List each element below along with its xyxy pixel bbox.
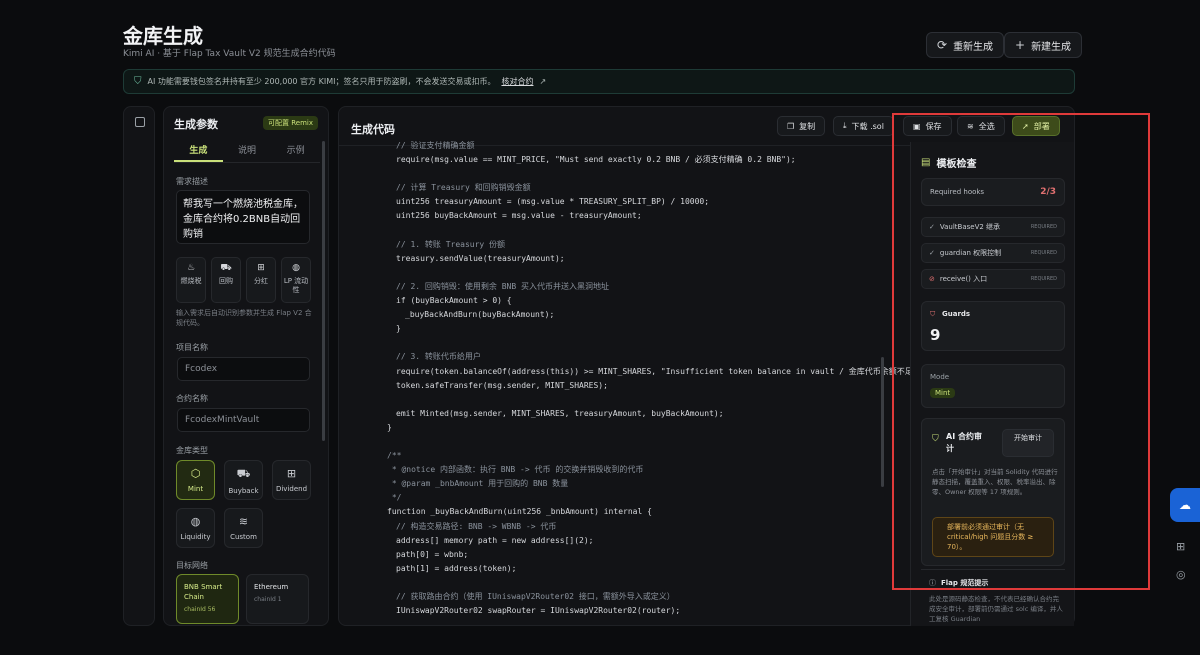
plus-icon: +	[1015, 38, 1026, 52]
code-line: * @notice 内部函数：执行 BNB -> 代币 的交换并销毁收到的代币	[387, 465, 644, 475]
code-line: treasury.sendValue(treasuryAmount);	[396, 253, 565, 263]
vault-type-liquidity[interactable]: ◍ Liquidity	[176, 508, 215, 548]
vault-type-label: 金库类型	[176, 446, 208, 455]
code-line: uint256 buyBackAmount = msg.value - trea…	[396, 211, 642, 221]
code-line: IUniswapV2Router02 swapRouter = IUniswap…	[396, 606, 681, 616]
notice-text: AI 功能需要钱包签名并持有至少 200,000 官方 KIMI；签名只用于防盗…	[147, 77, 496, 86]
code-line: require(msg.value == MINT_PRICE, "Must s…	[396, 155, 796, 165]
code-editor[interactable]: // 验证支付精确金额 require(msg.value == MINT_PRI…	[369, 139, 927, 618]
refresh-icon: ⟳	[937, 38, 948, 52]
code-line: // 2. 回购销毁：使用剩余 BNB 买入代币并送入黑洞地址	[396, 281, 609, 291]
gift-icon: ⊞	[257, 263, 265, 273]
code-line: if (buyBackAmount > 0) {	[396, 296, 512, 306]
contract-name-input[interactable]: FcodexMintVault	[177, 408, 310, 432]
code-line: path[0] = wbnb;	[396, 549, 469, 559]
download-icon: ⤓	[843, 121, 847, 130]
quick-burn-button[interactable]: ♨ 燃烧税	[176, 257, 206, 303]
project-label: 项目名称	[176, 343, 208, 352]
code-line: // 3. 转账代币给用户	[396, 352, 481, 362]
page-subtitle: Kimi AI · 基于 Flap Tax Vault V2 规范生成合约代码	[123, 49, 336, 59]
quick-dividend-button[interactable]: ⊞ 分红	[246, 257, 276, 303]
code-line: _buyBackAndBurn(buyBackAmount);	[405, 310, 555, 320]
vault-type-dividend[interactable]: ⊞ Dividend	[272, 460, 311, 500]
code-line: path[1] = address(token);	[396, 563, 517, 573]
kimi-notice-bar: ⛉ AI 功能需要钱包签名并持有至少 200,000 官方 KIMI；签名只用于…	[123, 69, 1075, 94]
cloud-icon: ☁	[1179, 498, 1191, 512]
quick-lp-button[interactable]: ◍ LP 流动性	[281, 257, 311, 303]
vault-type-buyback[interactable]: ⛟ Buyback	[224, 460, 263, 500]
new-generation-button[interactable]: + 新建生成	[1004, 32, 1083, 58]
vault-type-custom[interactable]: ≋ Custom	[224, 508, 263, 548]
project-name-input[interactable]: Fcodex	[177, 357, 310, 381]
params-scrollbar[interactable]	[322, 141, 325, 441]
left-rail	[123, 106, 155, 626]
highlight-box	[892, 113, 1150, 590]
gift-icon: ⊞	[286, 467, 297, 480]
cube-icon: ⬡	[190, 467, 201, 480]
remix-badge: 可配置 Remix	[263, 116, 318, 130]
request-textarea[interactable]: 帮我写一个燃烧池税金库，金库合约将0.2BNB自动回购销	[176, 190, 310, 244]
code-line: // 构造交易路径: BNB -> WBNB -> 代币	[396, 521, 557, 531]
code-line: }	[396, 324, 401, 334]
code-line: uint256 treasuryAmount = (msg.value * TR…	[396, 197, 710, 207]
params-hint: 输入需求后自动识别参数并生成 Flap V2 合规代码。	[176, 309, 312, 327]
copy-button[interactable]: ❐ 复制	[777, 116, 826, 136]
regenerate-label: 重新生成	[953, 41, 994, 53]
sidebar-toggle-icon[interactable]	[135, 117, 145, 127]
regenerate-button[interactable]: ⟳ 重新生成	[926, 32, 1005, 58]
network-ethereum[interactable]: Ethereum chainId 1	[246, 574, 309, 624]
code-line: }	[387, 422, 392, 432]
new-generation-label: 新建生成	[1031, 41, 1072, 53]
tab-generate[interactable]: 生成	[174, 141, 223, 162]
tab-docs[interactable]: 说明	[223, 141, 272, 162]
flap-description: 此处是源码静态检查，不代表已经确认合约完成安全审计，部署前仍需通过 solc 编…	[929, 595, 1063, 623]
code-line: // 计算 Treasury 和回购销毁金额	[396, 183, 531, 193]
quick-buyback-button[interactable]: ⛟ 回购	[211, 257, 241, 303]
verify-contract-link[interactable]: 核对合约	[501, 76, 533, 87]
code-line: emit Minted(msg.sender, MINT_SHARES, tre…	[396, 408, 724, 418]
cart-icon: ⛟	[236, 467, 251, 480]
flame-icon: ♨	[186, 263, 196, 273]
cart-icon: ⛟	[220, 263, 232, 273]
code-line: */	[387, 493, 402, 503]
assistant-fab[interactable]: ☁	[1170, 488, 1200, 522]
network-bsc[interactable]: BNB Smart Chain chainId 56	[176, 574, 239, 624]
code-line: * @param _bnbAmount 用于回购的 BNB 数量	[387, 479, 569, 489]
external-link-icon: ↗	[539, 77, 547, 86]
network-label: 目标网络	[176, 561, 208, 570]
contract-label: 合约名称	[176, 394, 208, 403]
code-line: // 1. 转账 Treasury 份额	[396, 239, 506, 249]
params-title: 生成参数	[174, 118, 218, 131]
drop-icon: ◍	[190, 515, 201, 528]
layers-icon: ≋	[238, 515, 249, 528]
page-title: 金库生成	[123, 24, 203, 48]
tab-examples[interactable]: 示例	[271, 141, 320, 162]
download-button[interactable]: ⤓ 下载 .sol	[833, 116, 894, 136]
code-line: // 验证支付精确金额	[396, 141, 475, 150]
code-title: 生成代码	[351, 123, 395, 136]
code-scrollbar[interactable]	[881, 357, 884, 487]
code-line: // 获取路由合约（使用 IUniswapV2Router02 接口，需额外导入…	[396, 592, 675, 601]
request-label: 需求描述	[176, 177, 208, 186]
code-line: address[] memory path = new address[](2)…	[396, 535, 594, 545]
translate-icon[interactable]: ◎	[1176, 568, 1190, 582]
vault-type-mint[interactable]: ⬡ Mint	[176, 460, 215, 500]
copy-icon: ❐	[787, 121, 795, 131]
code-line: /**	[387, 451, 402, 461]
code-line: require(token.balanceOf(address(this)) >…	[396, 366, 928, 376]
drop-icon: ◍	[292, 263, 300, 273]
code-line: token.safeTransfer(msg.sender, MINT_SHAR…	[396, 380, 608, 390]
shield-icon: ⛉	[134, 76, 142, 87]
params-tabs: 生成 说明 示例	[174, 141, 320, 163]
code-line: function _buyBackAndBurn(uint256 _bnbAmo…	[387, 507, 652, 517]
apps-icon[interactable]: ⊞	[1176, 540, 1190, 554]
